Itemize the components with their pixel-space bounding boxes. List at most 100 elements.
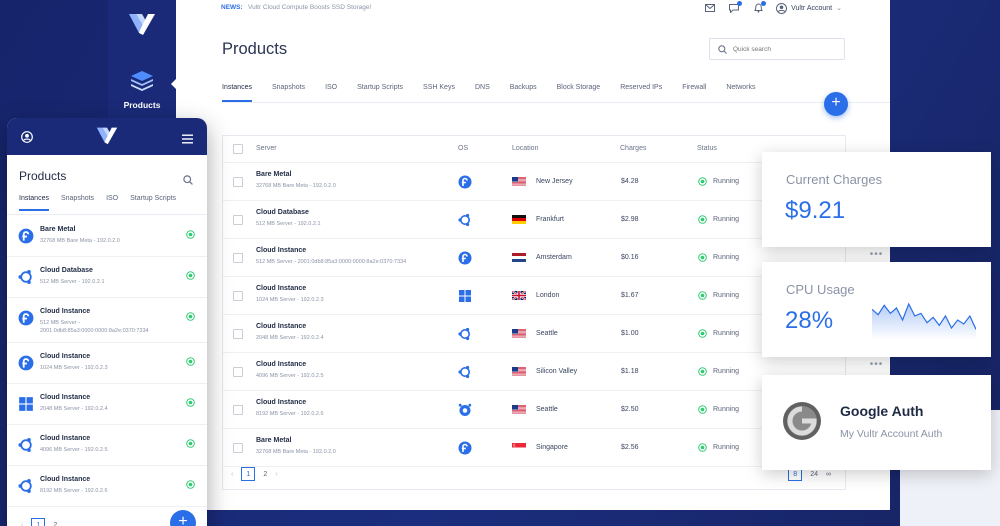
table-row[interactable]: Cloud Instance 1024 MB Server - 192.0.2.…: [223, 277, 845, 315]
table-row[interactable]: Bare Metal 32768 MB Bare Meta - 192.0.2.…: [223, 429, 845, 467]
google-auth-card[interactable]: Google Auth My Vultr Account Auth: [762, 375, 991, 470]
row-checkbox[interactable]: [233, 405, 243, 415]
page-1-button[interactable]: 1: [241, 467, 256, 481]
list-item[interactable]: Cloud Instance 1024 MB Server - 192.0.2.…: [7, 343, 207, 384]
list-item[interactable]: Cloud Instance 2048 MB Server - 192.0.2.…: [7, 384, 207, 425]
table-row[interactable]: Cloud Instance 512 MB Server - 2001:0db8…: [223, 239, 845, 277]
page-2-button[interactable]: 2: [263, 471, 267, 478]
account-menu[interactable]: Vultr Account ⌄: [776, 2, 842, 14]
server-details: 8192 MB Server - 192.0.2.6: [40, 488, 108, 494]
status-text: Running: [713, 254, 740, 261]
more-options-icon[interactable]: •••: [762, 249, 991, 260]
server-details: 32768 MB Bare Meta - 192.0.2.0: [256, 449, 336, 455]
user-icon[interactable]: [21, 130, 33, 148]
list-item[interactable]: Cloud Instance 512 MB Server - 2001:0db8…: [7, 298, 207, 343]
sidebar-item-products[interactable]: Products: [124, 100, 161, 110]
tab-startup-scripts[interactable]: Startup Scripts: [357, 84, 403, 102]
server-name[interactable]: Cloud Instance: [256, 399, 306, 406]
charges-value: $2.56: [621, 444, 639, 451]
column-location[interactable]: Location: [512, 145, 538, 152]
tab-snapshots[interactable]: Snapshots: [272, 84, 305, 102]
tab-bar: Instances Snapshots ISO Startup Scripts …: [222, 84, 776, 104]
row-checkbox[interactable]: [233, 215, 243, 225]
row-checkbox[interactable]: [233, 443, 243, 453]
row-checkbox[interactable]: [233, 367, 243, 377]
server-name[interactable]: Bare Metal: [256, 437, 291, 444]
per-page-24[interactable]: 24: [810, 471, 818, 478]
tab-dns[interactable]: DNS: [475, 84, 490, 102]
column-status[interactable]: Status: [697, 145, 717, 152]
tab-iso[interactable]: ISO: [106, 195, 118, 211]
more-options-icon[interactable]: •••: [762, 359, 991, 370]
tab-iso[interactable]: ISO: [325, 84, 337, 102]
tab-backups[interactable]: Backups: [510, 84, 537, 102]
server-name[interactable]: Cloud Instance: [256, 285, 306, 292]
table-row[interactable]: Cloud Instance 2048 MB Server - 192.0.2.…: [223, 315, 845, 353]
server-name: Cloud Instance: [40, 353, 91, 360]
table-row[interactable]: Cloud Instance 4096 MB Server - 192.0.2.…: [223, 353, 845, 391]
list-item[interactable]: Cloud Instance 4096 MB Server - 192.0.2.…: [7, 425, 207, 466]
tab-firewall[interactable]: Firewall: [682, 84, 706, 102]
per-page-all[interactable]: ∞: [826, 471, 831, 478]
tab-reserved-ips[interactable]: Reserved IPs: [620, 84, 662, 102]
list-item[interactable]: Cloud Database 512 MB Server - 192.0.2.1: [7, 257, 207, 298]
page-1-button[interactable]: 1: [31, 518, 46, 526]
server-name: Cloud Instance: [40, 394, 91, 401]
tab-instances[interactable]: Instances: [222, 84, 252, 102]
row-checkbox[interactable]: [233, 329, 243, 339]
chat-icon[interactable]: [728, 1, 743, 14]
news-link[interactable]: Vultr Cloud Compute Boosts SSD Storage!: [248, 4, 371, 11]
search-icon[interactable]: [183, 172, 193, 190]
table-row[interactable]: Cloud Instance 8192 MB Server - 192.0.2.…: [223, 391, 845, 429]
tab-startup-scripts[interactable]: Startup Scripts: [130, 195, 176, 211]
row-checkbox[interactable]: [233, 291, 243, 301]
tab-block-storage[interactable]: Block Storage: [557, 84, 601, 102]
mail-icon[interactable]: [704, 2, 716, 14]
location-name: Silicon Valley: [536, 368, 578, 375]
vultr-logo-icon[interactable]: [95, 126, 119, 153]
ubuntu-icon: [458, 365, 472, 379]
list-item[interactable]: Cloud Instance 8192 MB Server - 192.0.2.…: [7, 466, 207, 507]
list-item[interactable]: Bare Metal 32768 MB Bare Meta - 192.0.2.…: [7, 216, 207, 257]
server-name[interactable]: Cloud Database: [256, 209, 309, 216]
bell-icon[interactable]: [752, 1, 767, 14]
table-row[interactable]: Cloud Database 512 MB Server - 192.0.2.1…: [223, 201, 845, 239]
server-name: Cloud Instance: [40, 476, 91, 483]
add-instance-button[interactable]: +: [824, 92, 848, 116]
column-os[interactable]: OS: [458, 145, 468, 152]
column-charges[interactable]: Charges: [620, 145, 646, 152]
location-name: London: [536, 292, 560, 299]
vultr-logo-icon[interactable]: [127, 12, 157, 45]
hamburger-menu-icon[interactable]: [182, 131, 193, 149]
location-name: New Jersey: [536, 178, 573, 185]
search-box[interactable]: [709, 38, 845, 60]
running-status-icon: [186, 226, 195, 239]
fedora-icon: [18, 310, 34, 326]
mobile-pagination: ‹ 1 2: [21, 518, 57, 526]
layers-icon[interactable]: [129, 69, 155, 96]
tab-networks[interactable]: Networks: [726, 84, 755, 102]
next-page-button[interactable]: ›: [275, 471, 277, 478]
server-name[interactable]: Bare Metal: [256, 171, 291, 178]
top-bar: NEWS: Vultr Cloud Compute Boosts SSD Sto…: [176, 0, 890, 18]
windows-icon: [18, 396, 34, 412]
search-input[interactable]: [733, 45, 833, 53]
tab-ssh-keys[interactable]: SSH Keys: [423, 84, 455, 102]
server-details: 1024 MB Server - 192.0.2.3: [40, 365, 108, 371]
column-server[interactable]: Server: [256, 145, 277, 152]
prev-page-button[interactable]: ‹: [231, 471, 233, 478]
select-all-checkbox[interactable]: [233, 144, 243, 154]
server-name[interactable]: Cloud Instance: [256, 247, 306, 254]
card-label: Current Charges: [786, 172, 883, 187]
prev-page-button[interactable]: ‹: [21, 522, 23, 526]
row-checkbox[interactable]: [233, 253, 243, 263]
server-name[interactable]: Cloud Instance: [256, 361, 306, 368]
tab-snapshots[interactable]: Snapshots: [61, 195, 94, 211]
table-row[interactable]: Bare Metal 32768 MB Bare Meta - 192.0.2.…: [223, 163, 845, 201]
add-instance-button[interactable]: +: [170, 510, 196, 526]
cpu-usage-card: CPU Usage 28% •••: [762, 262, 991, 370]
tab-instances[interactable]: Instances: [19, 195, 49, 211]
server-name[interactable]: Cloud Instance: [256, 323, 306, 330]
page-2-button[interactable]: 2: [53, 522, 57, 526]
row-checkbox[interactable]: [233, 177, 243, 187]
